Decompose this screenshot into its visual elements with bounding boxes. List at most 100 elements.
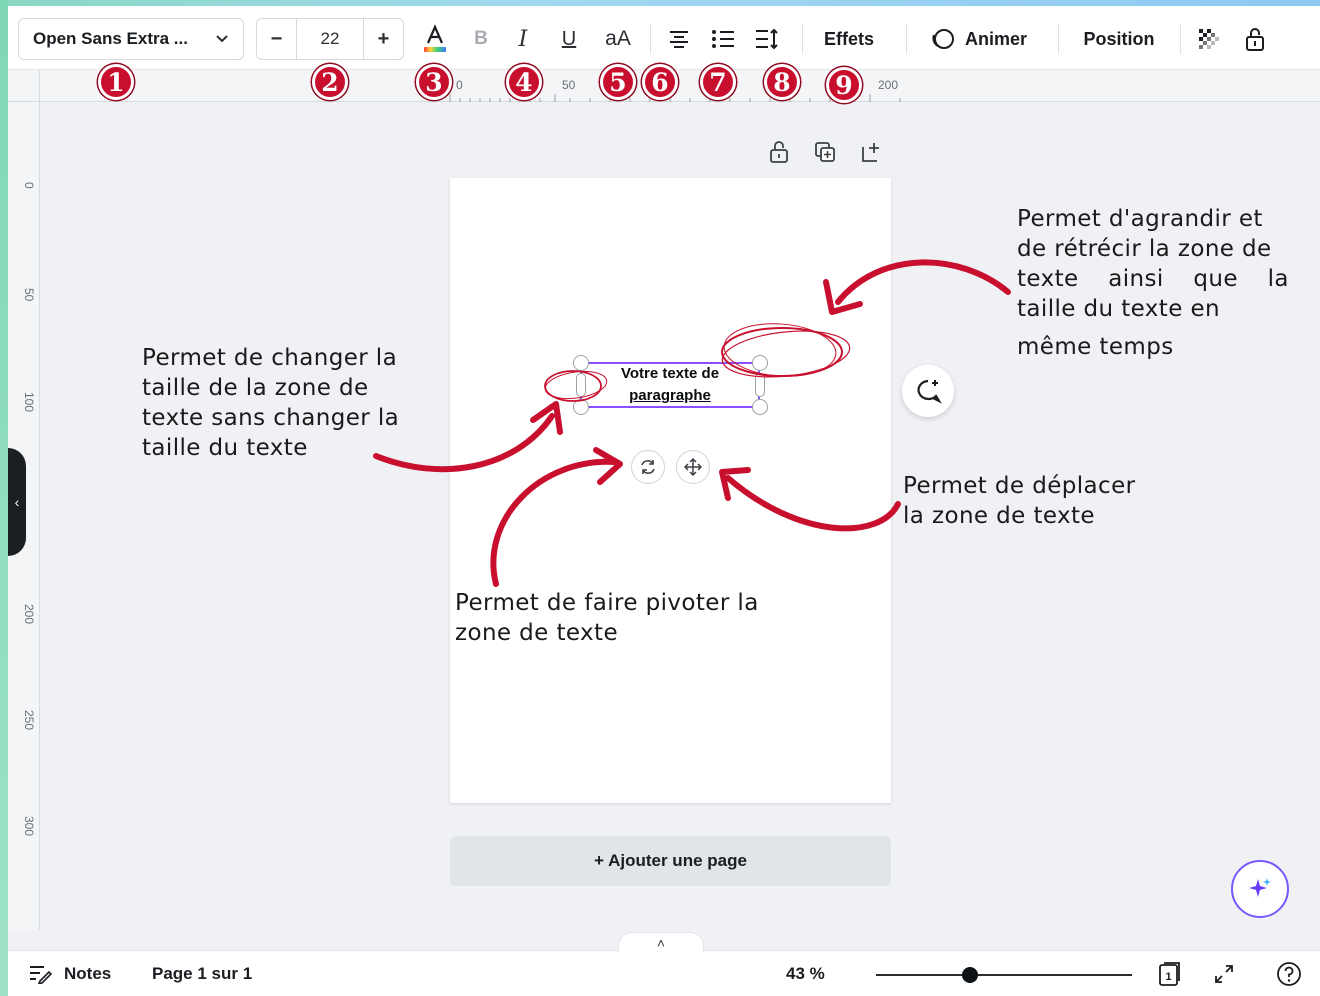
italic-button[interactable]: I	[508, 22, 538, 56]
text-box[interactable]: Votre texte de paragraphe	[580, 362, 760, 408]
badge-6: 6	[642, 64, 678, 100]
align-button[interactable]	[662, 22, 696, 56]
lock-icon	[770, 141, 788, 163]
move-handle[interactable]	[676, 450, 710, 484]
corner-handle-top-right[interactable]	[752, 355, 768, 371]
annotation-line: zone de texte	[455, 620, 618, 646]
fullscreen-button[interactable]	[1212, 951, 1236, 996]
annotation-resize-box: Permet de changer la taille de la zone d…	[142, 343, 399, 463]
text-color-icon	[424, 24, 446, 52]
font-name: Open Sans Extra ...	[33, 29, 188, 48]
font-size-value[interactable]: 22	[297, 19, 363, 59]
corner-handle-top-left[interactable]	[573, 355, 589, 371]
pages-icon: 1	[1159, 962, 1180, 986]
ruler-tick-label: 50	[562, 78, 576, 92]
letter-case-button[interactable]: aA	[596, 22, 640, 56]
transparency-button[interactable]	[1192, 22, 1226, 56]
line-spacing-icon	[756, 28, 778, 50]
design-page[interactable]	[450, 178, 891, 803]
duplicate-page-button[interactable]	[814, 140, 836, 164]
add-comment-button[interactable]	[902, 365, 954, 417]
animate-icon	[932, 29, 954, 49]
chevron-left-icon: ‹	[14, 494, 20, 510]
zoom-slider-track[interactable]	[876, 974, 1132, 976]
annotation-line: taille du texte en	[1017, 296, 1221, 322]
underline-icon: U	[561, 27, 577, 50]
zoom-slider-knob[interactable]	[962, 967, 978, 983]
annotation-line: texte ainsi que la	[1017, 266, 1289, 292]
annotation-line: taille de la zone de	[142, 375, 369, 401]
page-grid-button[interactable]: 1	[1158, 951, 1182, 996]
annotation-line: de rétrécir la zone de	[1017, 236, 1272, 262]
frame-left-border	[0, 0, 8, 996]
position-button[interactable]: Position	[1072, 22, 1166, 56]
notes-button[interactable]: Notes	[28, 951, 111, 996]
ruler-tick-label: 0	[456, 78, 463, 92]
page-indicator: Page 1 sur 1	[152, 964, 253, 983]
zoom-level[interactable]: 43 %	[786, 951, 825, 996]
toolbar-divider	[650, 24, 651, 54]
corner-handle-bottom-left[interactable]	[573, 399, 589, 415]
toolbar-divider	[1180, 24, 1181, 54]
list-button[interactable]	[706, 22, 740, 56]
spacing-button[interactable]	[750, 22, 784, 56]
add-page-button[interactable]: + Ajouter une page	[450, 836, 891, 886]
font-family-dropdown[interactable]: Open Sans Extra ...	[18, 18, 244, 60]
annotation-line: Permet de changer la	[142, 345, 398, 371]
ruler-horizontal: 0 50 200	[40, 70, 1320, 102]
text-color-button[interactable]	[418, 22, 452, 56]
annotation-line: taille du texte	[142, 435, 308, 461]
corner-handle-bottom-right[interactable]	[752, 399, 768, 415]
increase-size-button[interactable]: +	[363, 19, 403, 59]
annotation-move: Permet de déplacer la zone de texte	[903, 471, 1135, 531]
badge-8: 8	[764, 64, 800, 100]
toolbar-divider	[906, 24, 907, 54]
align-center-icon	[670, 31, 688, 48]
animate-button[interactable]: Animer	[918, 22, 1038, 56]
lock-button[interactable]	[1238, 22, 1272, 56]
duplicate-icon	[815, 142, 835, 162]
sparkle-icon	[1249, 878, 1271, 897]
toolbar-divider	[1058, 24, 1059, 54]
side-handle-left[interactable]	[576, 373, 586, 397]
underline-button[interactable]: U	[554, 22, 584, 56]
badge-7: 7	[700, 64, 736, 100]
font-size-stepper[interactable]: − 22 +	[256, 18, 404, 60]
bold-button[interactable]: B	[466, 22, 496, 56]
add-page-button-small[interactable]	[860, 140, 882, 164]
ruler-tick-label: 250	[22, 710, 36, 731]
rotate-icon	[641, 460, 655, 474]
help-icon	[1277, 962, 1301, 986]
annotation-rotate: Permet de faire pivoter la zone de texte	[455, 588, 759, 648]
ruler-tick-label: 50	[22, 288, 36, 302]
badge-2: 2	[312, 64, 348, 100]
badge-5: 5	[600, 64, 636, 100]
annotation-line: Permet d'agrandir et	[1017, 206, 1263, 232]
ruler-tick-label: 100	[22, 392, 36, 413]
show-pages-toggle[interactable]: ˄	[618, 932, 704, 952]
frame-top-border	[0, 0, 1320, 6]
badge-9: 9	[826, 67, 862, 103]
text-toolbar: Open Sans Extra ... − 22 + B I U aA Effe…	[8, 6, 1320, 70]
letter-case-icon: aA	[605, 27, 631, 50]
text-line-2: paragraphe	[629, 387, 711, 404]
effects-button[interactable]: Effets	[814, 22, 884, 56]
badge-4: 4	[506, 64, 542, 100]
help-button[interactable]	[1276, 951, 1302, 996]
magic-assistant-button[interactable]	[1231, 860, 1289, 918]
annotation-line-justified: texte ainsi que la	[1017, 264, 1309, 294]
chevron-down-icon	[216, 35, 228, 43]
side-handle-right[interactable]	[755, 373, 765, 397]
annotation-line: même temps	[1017, 334, 1174, 360]
toolbar-divider	[802, 24, 803, 54]
decrease-size-button[interactable]: −	[257, 19, 297, 59]
collapse-panel-handle[interactable]: ‹	[8, 448, 26, 556]
ruler-corner	[8, 70, 40, 102]
annotation-scale: Permet d'agrandir et de rétrécir la zone…	[1017, 204, 1309, 362]
lock-page-button[interactable]	[768, 140, 790, 164]
add-page-icon	[862, 143, 879, 162]
rotate-handle[interactable]	[631, 450, 665, 484]
move-icon	[684, 458, 702, 476]
notes-icon	[30, 966, 52, 984]
bottom-bar: Notes Page 1 sur 1 43 % 1	[8, 950, 1320, 996]
